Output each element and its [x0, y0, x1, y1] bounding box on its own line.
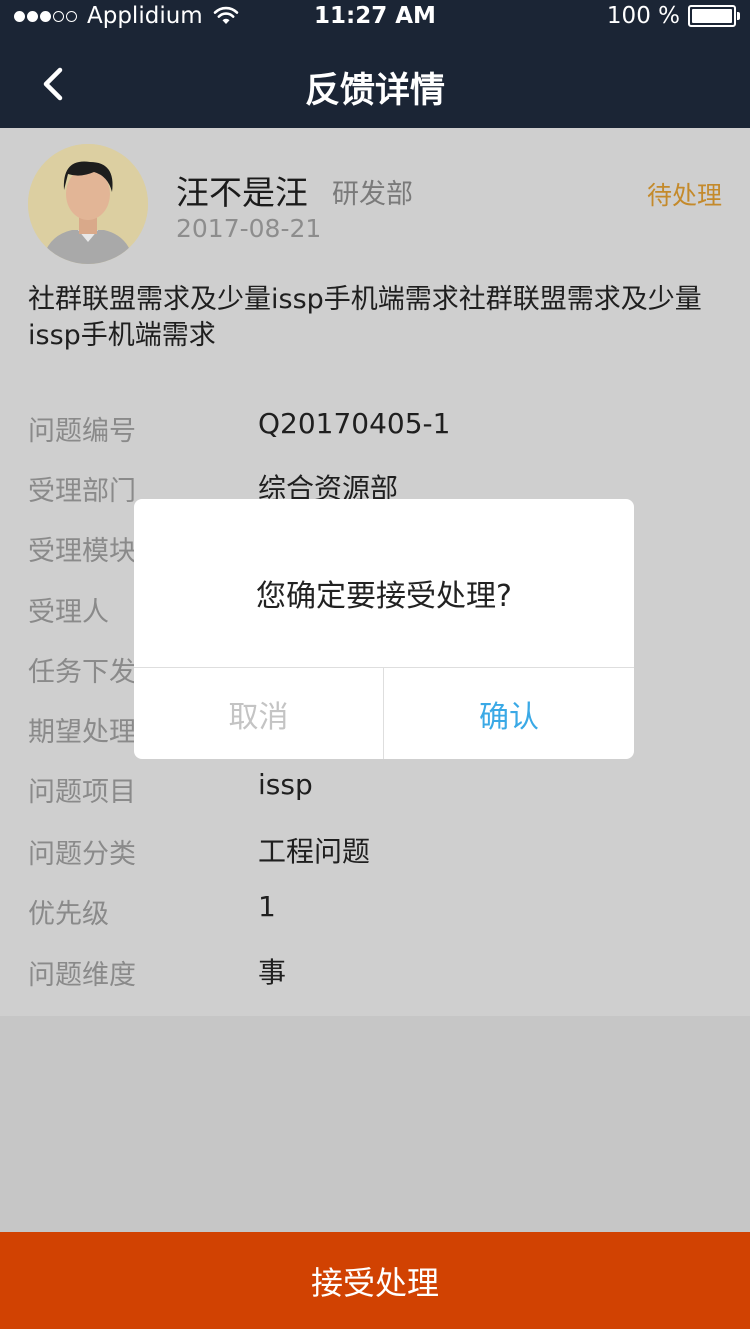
cancel-button[interactable]: 取消: [134, 668, 383, 759]
dialog-message: 您确定要接受处理?: [256, 579, 512, 614]
user-avatar: [28, 144, 148, 264]
page-title: 反馈详情: [304, 71, 445, 111]
detail-row-priority: 优先级 1: [0, 864, 750, 930]
feedback-date: 2017-08-21: [176, 214, 322, 243]
status-badge: 待处理: [646, 181, 722, 210]
detail-row-dimension: 问题维度 事: [0, 925, 750, 991]
confirm-button[interactable]: 确认: [384, 668, 634, 759]
detail-value: 1: [258, 890, 276, 923]
user-name: 汪不是汪: [176, 173, 308, 212]
feedback-summary: 汪不是汪 研发部 2017-08-21 待处理 社群联盟需求及少量issp手机端…: [0, 128, 750, 381]
status-bar: Applidium 11:27 AM 100 %: [0, 0, 750, 36]
confirm-dialog: 您确定要接受处理? 取消 确认: [134, 499, 634, 759]
detail-label: 问题维度: [28, 960, 136, 991]
detail-row-issue-number: 问题编号 Q20170405-1: [0, 381, 750, 447]
detail-value: Q20170405-1: [258, 407, 451, 440]
battery-percent: 100 %: [606, 3, 680, 29]
detail-value: 事: [258, 956, 287, 989]
detail-row-department: 受理部门 综合资源部: [0, 441, 750, 507]
battery-icon: [688, 5, 740, 27]
detail-row-category: 问题分类 工程问题: [0, 804, 750, 870]
header-bar: Applidium 11:27 AM 100 % 反馈详情: [0, 0, 750, 128]
accept-processing-button[interactable]: 接受处理: [0, 1232, 750, 1329]
feedback-description: 社群联盟需求及少量issp手机端需求社群联盟需求及少量issp手机端需求: [28, 284, 702, 351]
status-right: 100 %: [606, 3, 740, 29]
detail-value: issp: [258, 768, 313, 801]
user-department: 研发部: [332, 179, 413, 210]
